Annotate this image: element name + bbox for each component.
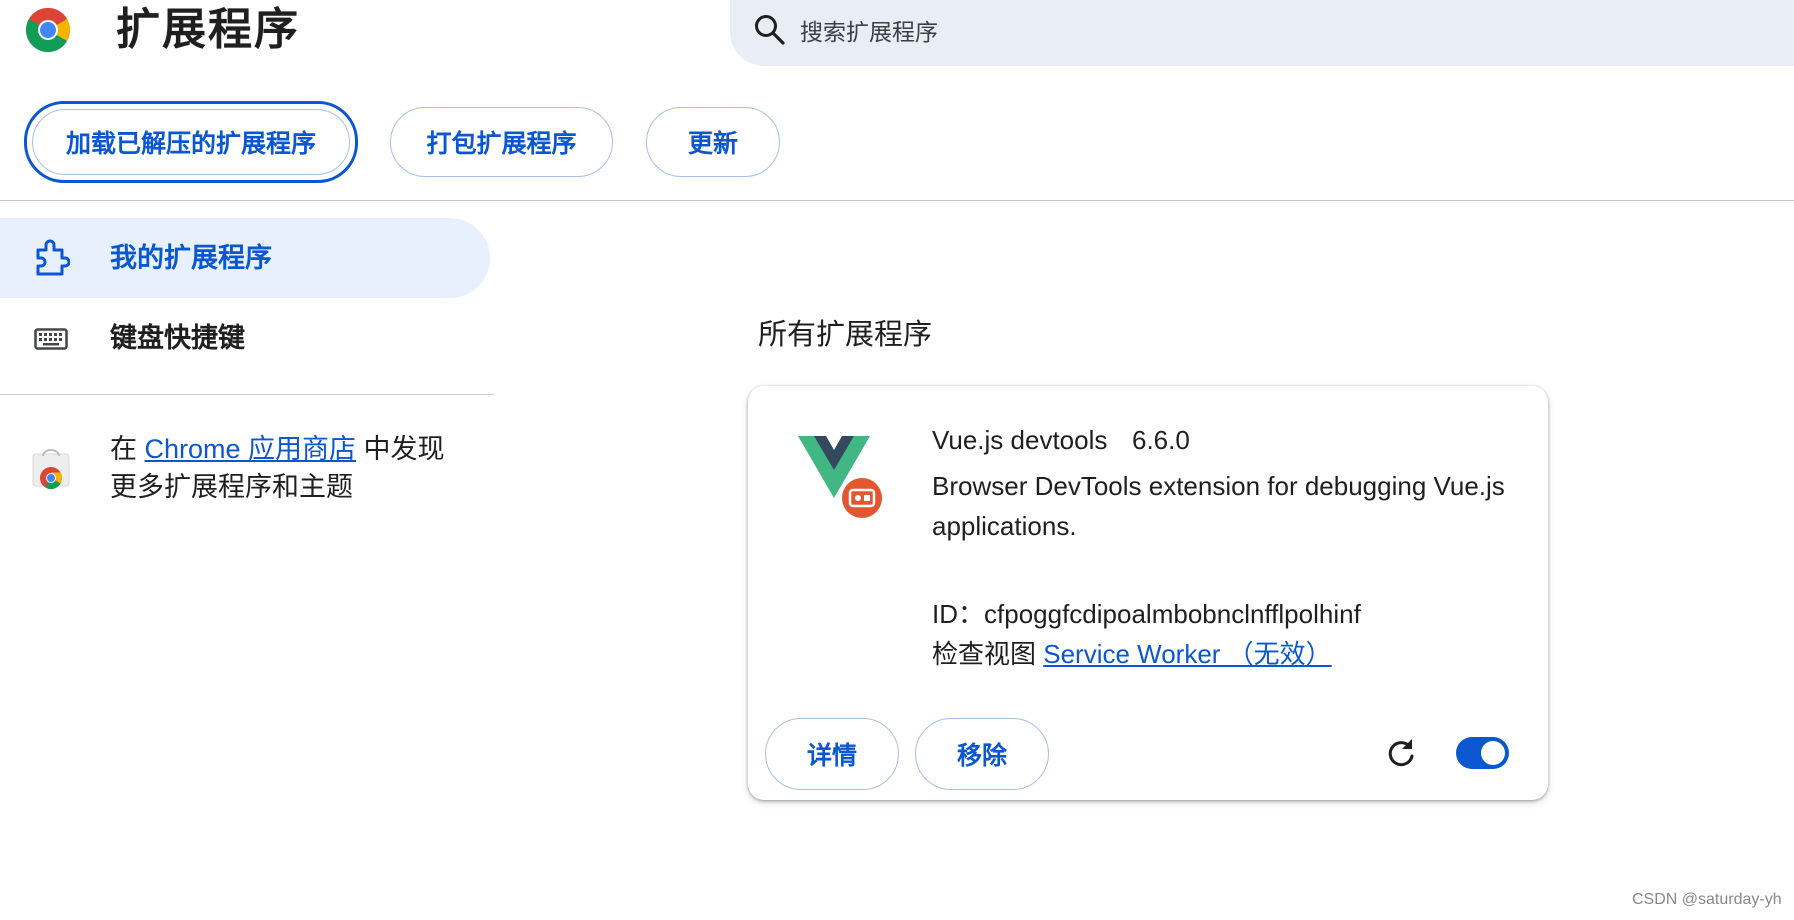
remove-button[interactable]: 移除 [915, 718, 1049, 790]
webstore-link[interactable]: Chrome 应用商店 [145, 434, 357, 464]
reload-icon[interactable] [1385, 736, 1417, 770]
extension-id-label: ID： [932, 599, 985, 629]
webstore-prefix: 在 [110, 434, 145, 464]
section-heading: 所有扩展程序 [758, 319, 933, 351]
extension-id-row: ID：cfpoggfcdipoalmbobnclnfflpolhinf [932, 596, 1361, 632]
inspect-views-row: 检查视图 Service Worker （无效） [932, 636, 1332, 672]
chrome-web-store-icon [32, 449, 70, 490]
webstore-promo-text: 在 Chrome 应用商店 中发现更多扩展程序和主题 [110, 430, 470, 506]
load-unpacked-button[interactable]: 加载已解压的扩展程序 [24, 101, 358, 183]
sidebar-item-label: 我的扩展程序 [110, 243, 272, 273]
pack-extension-button[interactable]: 打包扩展程序 [390, 107, 613, 177]
inspect-views-label: 检查视图 [932, 639, 1044, 669]
update-button[interactable]: 更新 [646, 107, 780, 177]
watermark: CSDN @saturday-yh [1632, 891, 1782, 908]
vue-devtools-icon [798, 436, 882, 518]
page-title: 扩展程序 [116, 5, 300, 54]
sidebar-item-keyboard-shortcuts[interactable]: 键盘快捷键 [110, 320, 245, 356]
keyboard-icon[interactable] [34, 328, 68, 350]
puzzle-icon [36, 239, 70, 276]
chrome-logo-icon [25, 8, 70, 53]
load-unpacked-label: 加载已解压的扩展程序 [32, 109, 350, 175]
service-worker-link[interactable]: Service Worker （无效） [1043, 639, 1331, 669]
details-button[interactable]: 详情 [765, 718, 899, 790]
toolbar-divider [0, 200, 1794, 201]
toggle-knob [1481, 741, 1505, 765]
extension-id-value: cfpoggfcdipoalmbobnclnfflpolhinf [984, 599, 1361, 629]
extension-name: Vue.js devtools [932, 425, 1108, 455]
sidebar-divider [0, 394, 494, 395]
search-input[interactable] [798, 14, 1702, 50]
extension-description: Browser DevTools extension for debugging… [932, 471, 1505, 541]
extension-version: 6.6.0 [1132, 425, 1190, 455]
search-icon [755, 15, 785, 45]
extension-enable-toggle[interactable] [1456, 737, 1509, 769]
